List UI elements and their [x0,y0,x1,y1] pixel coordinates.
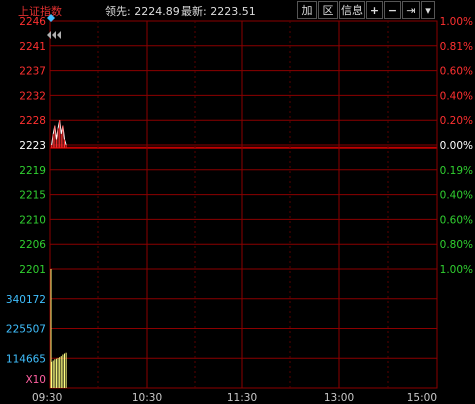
price-tick-label: 2223 [19,140,46,152]
percent-tick-label: 0.40% [440,190,473,202]
price-tick-label: 2246 [19,16,46,28]
price-tick-label: 2228 [19,115,46,127]
percent-tick-label: 0.00% [440,140,473,152]
chart-frame [49,20,438,389]
percent-tick-label: 0.19% [440,165,473,177]
time-tick-label: 13:00 [324,392,354,404]
percent-tick-label: 0.20% [440,115,473,127]
price-tick-label: 2206 [19,239,46,251]
percent-tick-label: 1.00% [440,16,473,28]
volume-tick-label: 225507 [6,324,46,336]
price-tick-label: 2219 [19,165,46,177]
percent-tick-label: 0.40% [440,90,473,102]
volume-tick-label: 114665 [6,353,46,365]
time-tick-label: 10:30 [132,392,162,404]
time-tick-label: 11:30 [227,392,257,404]
price-line [51,120,67,146]
percent-tick-label: 0.81% [440,41,473,53]
percent-tick-label: 0.60% [440,66,473,78]
price-tick-label: 2215 [19,190,46,202]
volume-tick-label: X10 [25,374,46,386]
scroll-arrows-icon [47,31,61,39]
time-tick-label: 15:00 [407,392,437,404]
time-tick-label: 09:30 [32,392,62,404]
volume-tick-label: 340172 [6,294,46,306]
price-tick-label: 2210 [19,214,46,226]
price-tick-label: 2241 [19,41,46,53]
percent-tick-label: 0.60% [440,214,473,226]
intraday-chart: 2246 2241 2237 2232 2228 2223 2219 2215 2210 2206… [6,14,473,404]
price-tick-label: 2237 [19,66,46,78]
price-tick-label: 2201 [19,264,46,276]
percent-tick-label: 1.00% [440,264,473,276]
percent-tick-label: 0.80% [440,239,473,251]
price-tick-label: 2232 [19,90,46,102]
